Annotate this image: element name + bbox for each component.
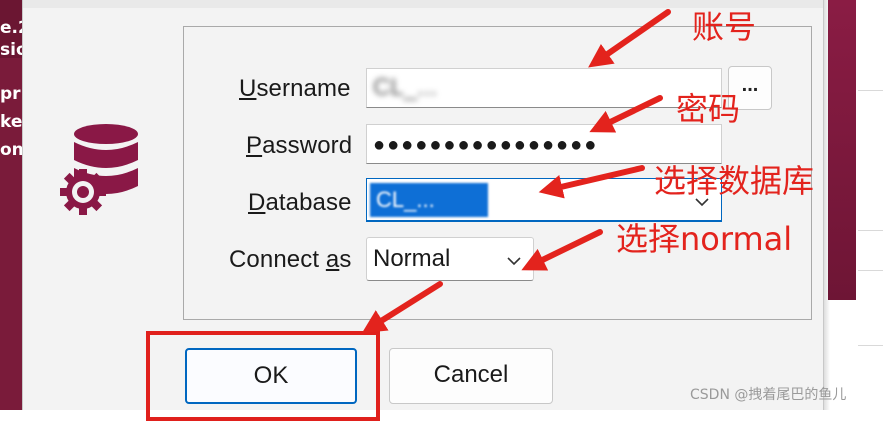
username-input[interactable]: CL_... [366,68,722,108]
annotation-select-database: 选择数据库 [654,162,815,200]
background-app-right-strip [822,0,883,410]
watermark: CSDN @拽着尾巴的鱼儿 [690,387,847,403]
annotation-select-normal: 选择normal [616,220,793,258]
username-label-accelerator: U [239,75,257,102]
connect-as-value: Normal [373,245,451,272]
username-label-text: sername [256,75,351,102]
logon-dialog: Username CL_... ... Password ●●●●●●●●●●●… [22,0,824,410]
database-gear-icon [60,124,138,215]
ok-highlight-box [146,331,380,421]
database-label: Database [248,189,352,217]
divider [858,230,883,231]
password-label: Password [246,132,352,160]
chevron-down-icon [507,257,521,266]
database-label-text: atabase [265,189,352,216]
database-label-accelerator: D [248,189,266,216]
database-selected-value: CL_... [370,183,488,217]
password-value: ●●●●●●●●●●●●●●●● [373,134,599,156]
connect-as-label-text: s [339,246,352,273]
background-text-fragment: on [0,140,22,160]
background-text-fragment: sio [0,40,22,60]
background-text-fragment: pr [0,84,21,104]
background-app-left-strip: e.2 sio pr ke on [0,0,22,410]
connect-as-label-accelerator: a [325,246,340,273]
background-text-fragment: ke [0,112,22,132]
connect-as-label: Connect as [229,246,351,274]
divider [858,270,883,271]
username-label: Username [239,75,351,103]
background-text-fragment: e.2 [0,18,22,38]
connect-as-select[interactable]: Normal [366,237,534,281]
password-label-text: assword [262,132,353,159]
background-app-panel [828,0,856,300]
connect-as-label-prefix: Connect [229,246,326,273]
divider [858,90,883,91]
divider [858,345,883,346]
password-label-accelerator: P [246,132,263,159]
username-value: CL_... [373,74,438,101]
annotation-password: 密码 [676,90,741,128]
cancel-button[interactable]: Cancel [389,348,553,404]
annotation-account: 账号 [692,8,757,46]
